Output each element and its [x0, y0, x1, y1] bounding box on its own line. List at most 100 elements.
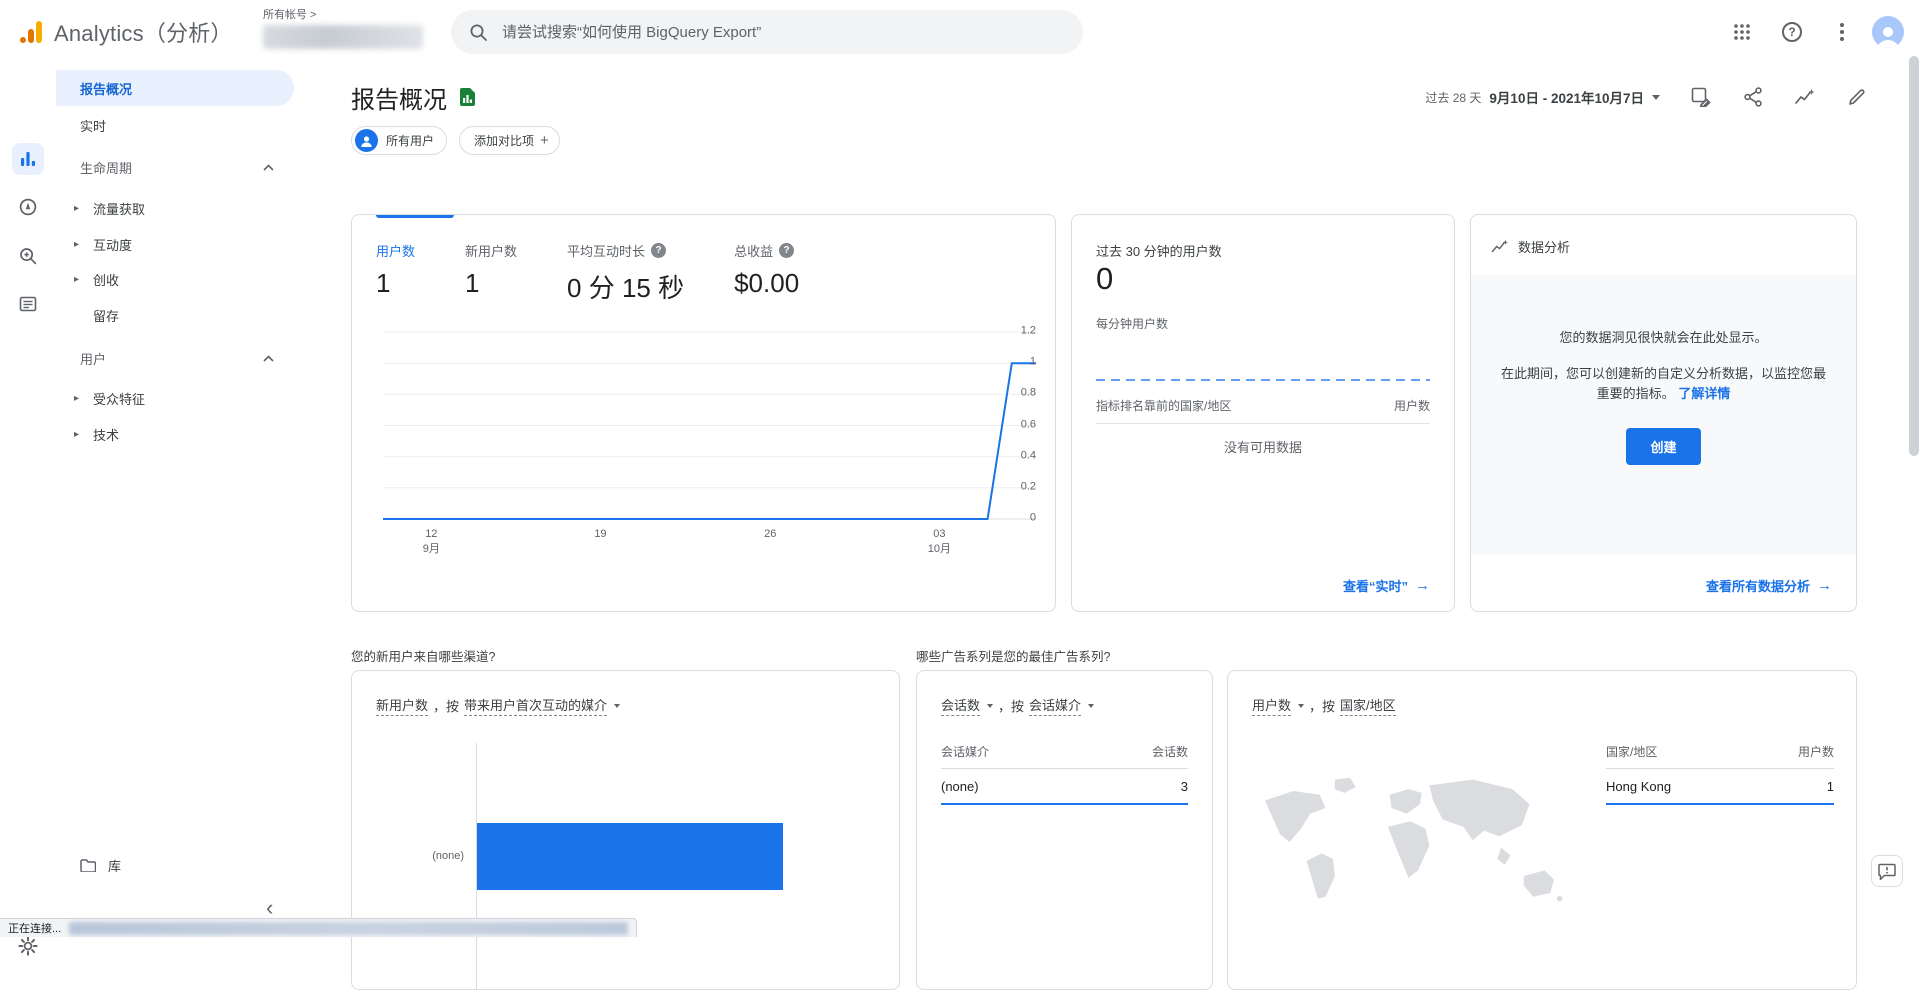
metric-tab-engagement-time[interactable]: 平均互动时长 ? 0 分 15 秒: [567, 241, 684, 305]
share-icon[interactable]: [1736, 80, 1770, 114]
app-title: Analytics（分析）: [54, 16, 233, 48]
insights-text: 您的数据洞见很快就会在此处显示。: [1499, 327, 1828, 346]
user-avatar[interactable]: [1872, 16, 1904, 48]
metric-selector[interactable]: 用户数: [1252, 695, 1291, 716]
reports-sidenav: 报告概况 实时 生命周期 ▸ 流量获取 ▸ 互动度 ▸ 创收 留存 用户 ▸ 受…: [56, 64, 306, 937]
world-map: [1248, 749, 1588, 969]
metric-value: 1: [376, 268, 415, 299]
share-glyph: [1744, 87, 1762, 107]
rail-explore-icon[interactable]: [12, 191, 44, 223]
table-row[interactable]: Hong Kong 1: [1606, 769, 1834, 805]
audience-chips: 所有用户 添加对比项 +: [351, 126, 560, 155]
view-realtime-link[interactable]: 查看“实时” →: [1343, 576, 1430, 595]
date-range-picker[interactable]: 过去 28 天 9月10日 - 2021年10月7日: [1425, 87, 1660, 107]
customize-report-icon[interactable]: [1684, 80, 1718, 114]
chevron-up-icon: [263, 164, 274, 171]
metric-selector[interactable]: 新用户数: [376, 695, 428, 716]
nav-section-user[interactable]: 用户: [56, 344, 294, 372]
horizontal-bar[interactable]: [477, 823, 783, 890]
nav-item-retention[interactable]: 留存: [56, 297, 294, 333]
nav-item-label: 留存: [93, 306, 119, 325]
bar-category-label: (none): [352, 850, 464, 862]
insights-body: 您的数据洞见很快就会在此处显示。 在此期间，您可以创建新的自定义分析数据，以监控…: [1471, 275, 1856, 555]
nav-item-monetization[interactable]: ▸ 创收: [56, 261, 294, 297]
date-range-label: 过去 28 天: [1425, 89, 1481, 106]
create-button[interactable]: 创建: [1626, 428, 1700, 465]
column-header: 国家/地区: [1606, 743, 1657, 760]
insights-icon: [1491, 239, 1509, 254]
nav-item-realtime[interactable]: 实时: [56, 107, 294, 143]
users-segment-icon: [355, 129, 378, 152]
nav-item-label: 受众特征: [93, 389, 145, 408]
card-title: 新用户数 ，按 带来用户首次互动的媒介: [376, 695, 620, 716]
nav-item-acquisition[interactable]: ▸ 流量获取: [56, 190, 294, 226]
more-vert-icon[interactable]: [1822, 12, 1862, 52]
date-range-value: 9月10日 - 2021年10月7日: [1489, 87, 1644, 107]
person-icon: [1875, 24, 1901, 48]
apps-grid-icon[interactable]: [1722, 12, 1762, 52]
users-line-chart: 00.20.40.60.811.2: [383, 332, 1036, 519]
dimension-selector[interactable]: 国家/地区: [1340, 695, 1396, 716]
nav-item-demographics[interactable]: ▸ 受众特征: [56, 380, 294, 416]
collapse-nav-button[interactable]: ‹: [266, 897, 273, 919]
rail-reports-icon[interactable]: [12, 143, 44, 175]
app-icon-rail: [0, 64, 56, 937]
account-switcher[interactable]: 所有帐号 >: [263, 6, 423, 49]
by-label: ，按: [998, 696, 1024, 715]
insights-text-main: 在此期间，您可以创建新的自定义分析数据，以监控您最重要的指标。: [1501, 366, 1826, 401]
nav-item-report-snapshot[interactable]: 报告概况: [56, 70, 294, 106]
metric-tab-total-revenue[interactable]: 总收益 ? $0.00: [734, 241, 799, 305]
metric-tab-new-users[interactable]: 新用户数 1: [465, 241, 517, 305]
column-header: 会话媒介: [941, 743, 989, 760]
chevron-down-icon: [1088, 704, 1094, 708]
edit-pencil-icon[interactable]: [1840, 80, 1874, 114]
account-name-redacted: [263, 25, 423, 49]
metric-tab-users[interactable]: 用户数 1: [376, 241, 415, 305]
analytics-logo-icon: [18, 19, 44, 45]
nav-item-engagement[interactable]: ▸ 互动度: [56, 226, 294, 262]
status-text: 正在连接...: [0, 920, 69, 936]
folder-icon: [80, 859, 96, 872]
sessions-by-medium-card: 会话数 ，按 会话媒介 会话媒介 会话数 (none) 3: [916, 670, 1213, 990]
add-comparison-chip[interactable]: 添加对比项 +: [459, 126, 560, 155]
nav-item-library[interactable]: 库: [56, 847, 294, 883]
dimension-selector[interactable]: 带来用户首次互动的媒介: [464, 695, 607, 716]
feedback-button[interactable]: [1871, 855, 1903, 887]
account-breadcrumb: 所有帐号 >: [263, 6, 423, 22]
chip-label: 添加对比项: [474, 132, 534, 149]
dimension-selector[interactable]: 会话媒介: [1029, 695, 1081, 716]
search-bar[interactable]: [451, 10, 1083, 54]
help-icon[interactable]: ?: [1772, 12, 1812, 52]
insights-icon[interactable]: [1788, 80, 1822, 114]
analytics-home-link[interactable]: Analytics（分析）: [0, 16, 233, 48]
view-all-insights-link[interactable]: 查看所有数据分析 →: [1706, 576, 1832, 595]
compass-glyph: [18, 197, 38, 217]
chip-label: 所有用户: [386, 132, 434, 149]
magnifier-glyph: [18, 246, 38, 266]
all-users-chip[interactable]: 所有用户: [351, 126, 447, 155]
table-row[interactable]: (none) 3: [941, 769, 1188, 805]
search-input[interactable]: [502, 24, 1065, 41]
nav-item-label: 实时: [80, 116, 106, 135]
no-data-text: 没有可用数据: [1072, 437, 1454, 456]
report-snapshot-icon: [459, 87, 476, 107]
nav-item-label: 流量获取: [93, 199, 145, 218]
vertical-scrollbar[interactable]: [1909, 56, 1919, 456]
chevron-down-icon: [614, 704, 620, 708]
pencil-glyph: [1848, 88, 1866, 106]
metric-selector[interactable]: 会话数: [941, 695, 980, 716]
card-title: 用户数 ，按 国家/地区: [1252, 695, 1396, 716]
nav-item-tech[interactable]: ▸ 技术: [56, 416, 294, 452]
realtime-card: 过去 30 分钟的用户数 0 每分钟用户数 指标排名靠前的国家/地区 用户数 没…: [1071, 214, 1455, 612]
info-icon[interactable]: ?: [779, 243, 794, 258]
rail-configure-icon[interactable]: [12, 288, 44, 320]
info-icon[interactable]: ?: [651, 243, 666, 258]
nav-section-lifecycle[interactable]: 生命周期: [56, 153, 294, 181]
people-glyph: [360, 135, 373, 147]
question-best-campaigns: 哪些广告系列是您的最佳广告系列?: [916, 646, 1110, 665]
insights-header: 数据分析: [1491, 237, 1570, 256]
rail-advertising-icon[interactable]: [12, 240, 44, 272]
learn-more-link[interactable]: 了解详情: [1678, 386, 1730, 401]
expand-triangle-icon: ▸: [70, 274, 83, 285]
link-label: 查看所有数据分析: [1706, 576, 1810, 595]
